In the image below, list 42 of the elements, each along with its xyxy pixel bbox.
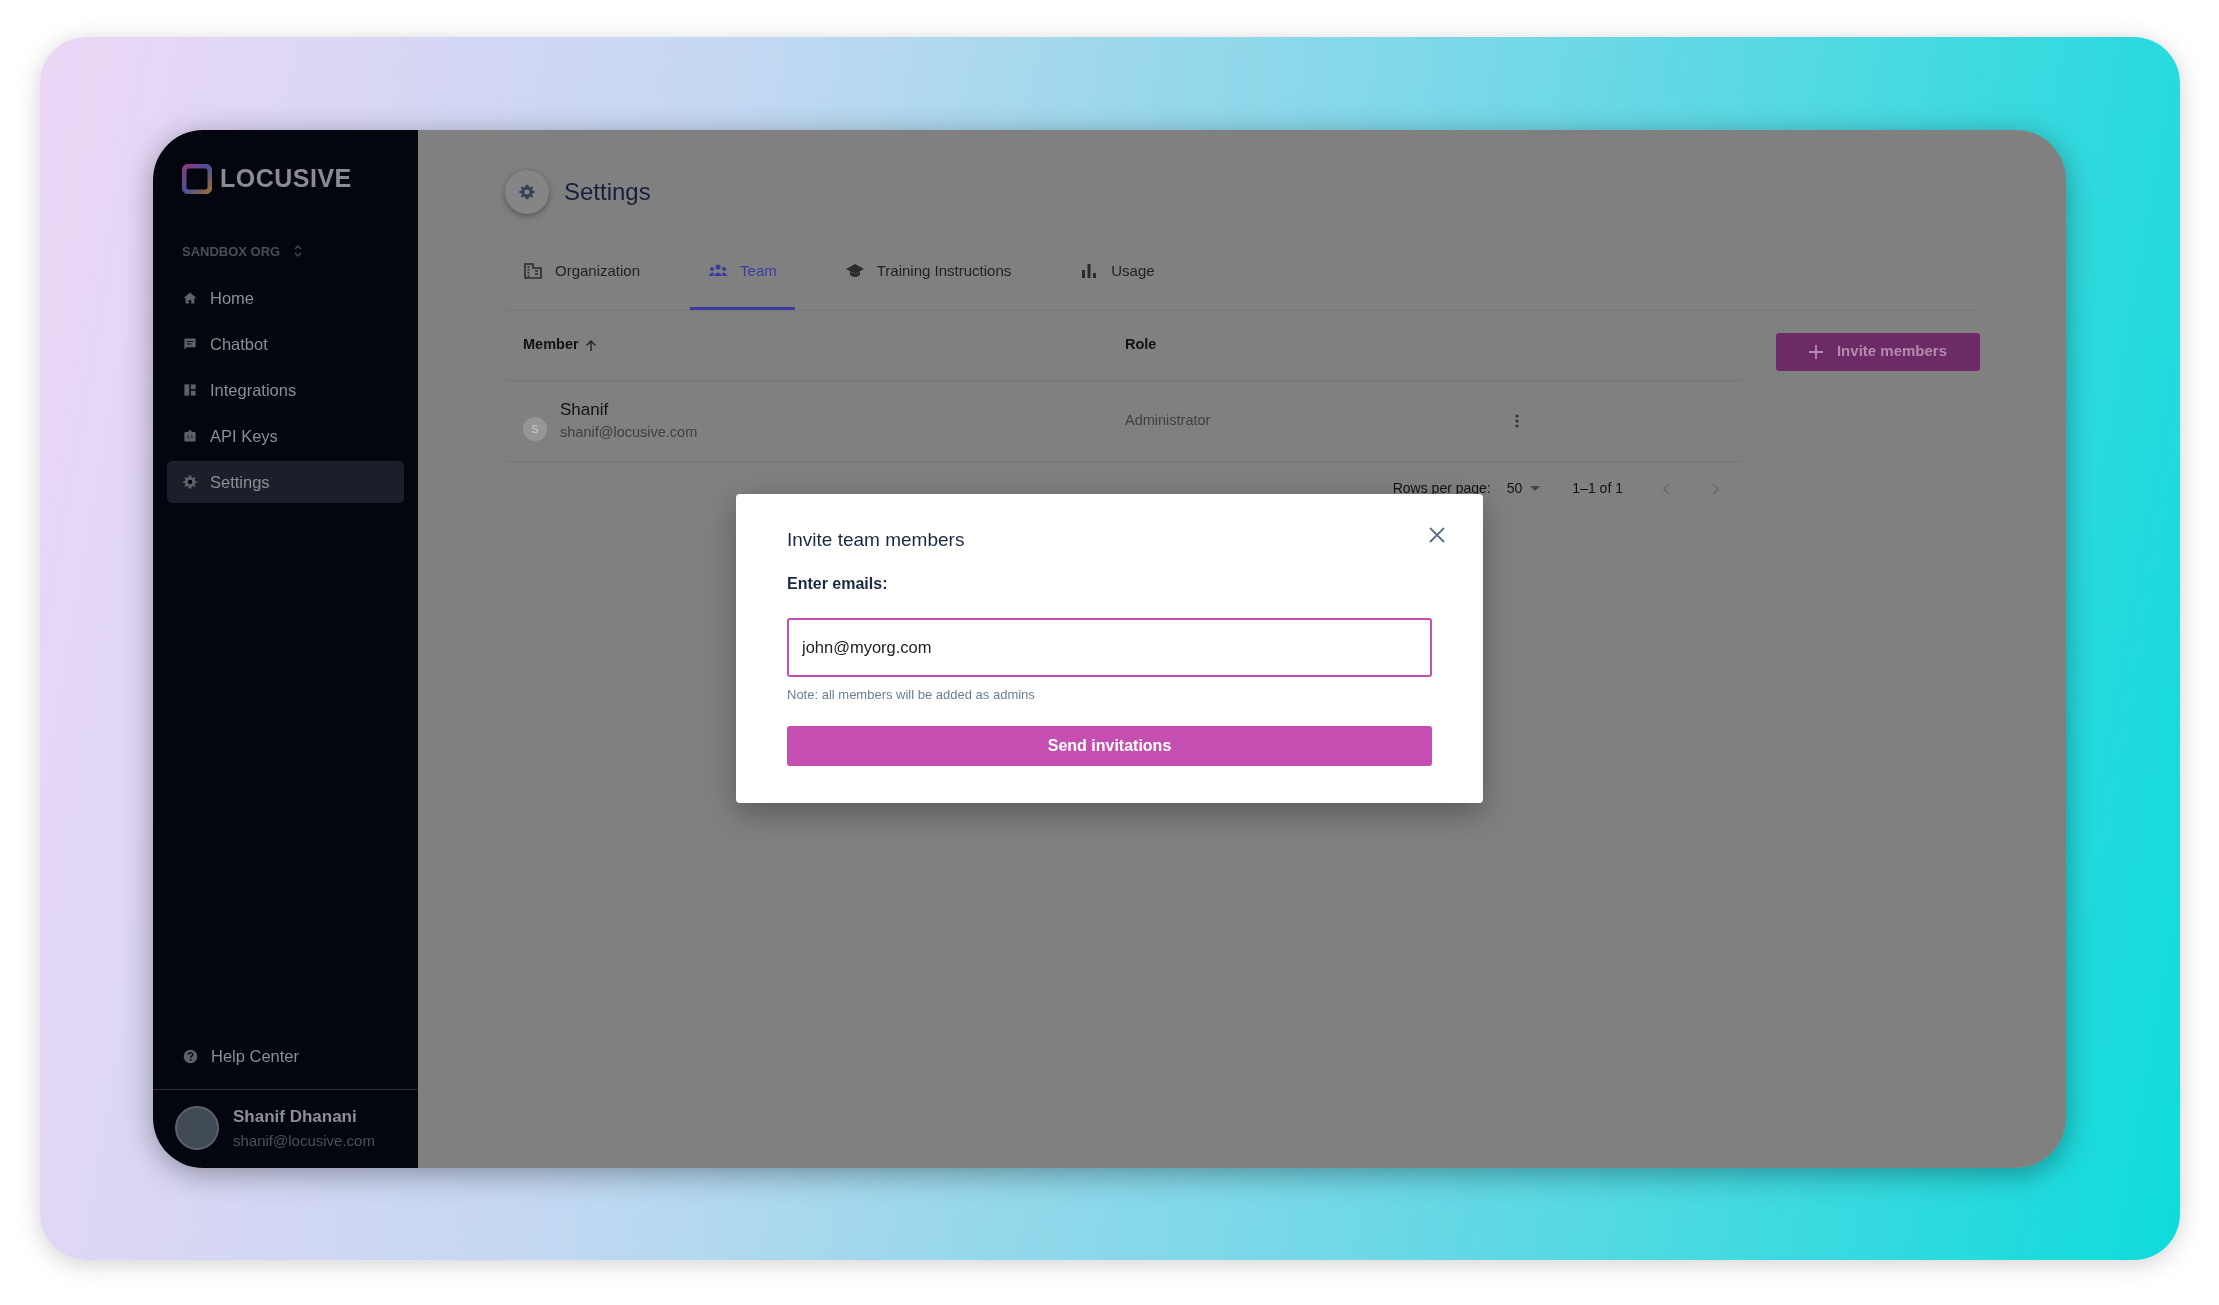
sidebar-item[interactable]: API Keys [167,415,404,457]
building-icon [523,261,543,282]
home-icon [182,290,198,306]
column-header[interactable]: Role [1125,336,1157,353]
sidebar-item[interactable]: Integrations [167,369,404,411]
logo-icon [182,163,212,194]
member-avatar: S [523,416,547,441]
tab[interactable]: Usage [1061,242,1173,310]
org-name: SANDBOX ORG [182,242,281,261]
user-name: Shanif Dhanani [233,1106,358,1128]
up-down-chevron-icon[interactable] [294,245,303,258]
member-name: Shanif [560,398,610,421]
page-range: 1–1 of 1 [1572,479,1623,498]
column-header[interactable]: Member [523,334,579,356]
dropdown-caret-icon [1530,485,1541,492]
emails-label: Enter emails: [787,573,889,594]
plus-icon [1808,344,1823,359]
settings-icon [182,474,198,490]
settings-icon [505,170,549,214]
briefcase-icon [182,428,198,444]
member-email: shanif@locusive.com [560,423,698,443]
dashboard-icon [182,382,198,398]
rows-per-page-select[interactable]: 50 [1506,478,1541,499]
user-email: shanif@locusive.com [233,1130,375,1151]
chat-icon [182,336,198,352]
invite-members-button[interactable]: Invite members [1775,332,1980,371]
member-role: Administrator [1125,411,1211,428]
helper-note: Note: all members will be added as admins [787,685,1036,704]
more-options-icon[interactable] [1515,413,1519,428]
sidebar-item[interactable]: Settings [167,461,404,503]
send-invitations-button[interactable]: Send invitations [787,726,1432,767]
sidebar-item[interactable]: Home [167,277,404,319]
brand-name: LOCUSIVE [220,163,352,194]
sidebar-item[interactable]: Chatbot [167,323,404,365]
help-center-link[interactable]: Help Center [211,1044,300,1069]
avatar-photo-placeholder [175,1106,219,1150]
page-title: Settings [564,177,651,207]
dialog-title: Invite team members [787,529,966,552]
help-icon [182,1048,199,1066]
email-input-field[interactable]: john@myorg.com [787,617,1432,677]
tab[interactable]: Training Instructions [826,242,1030,310]
tab[interactable]: Organization [505,242,659,310]
